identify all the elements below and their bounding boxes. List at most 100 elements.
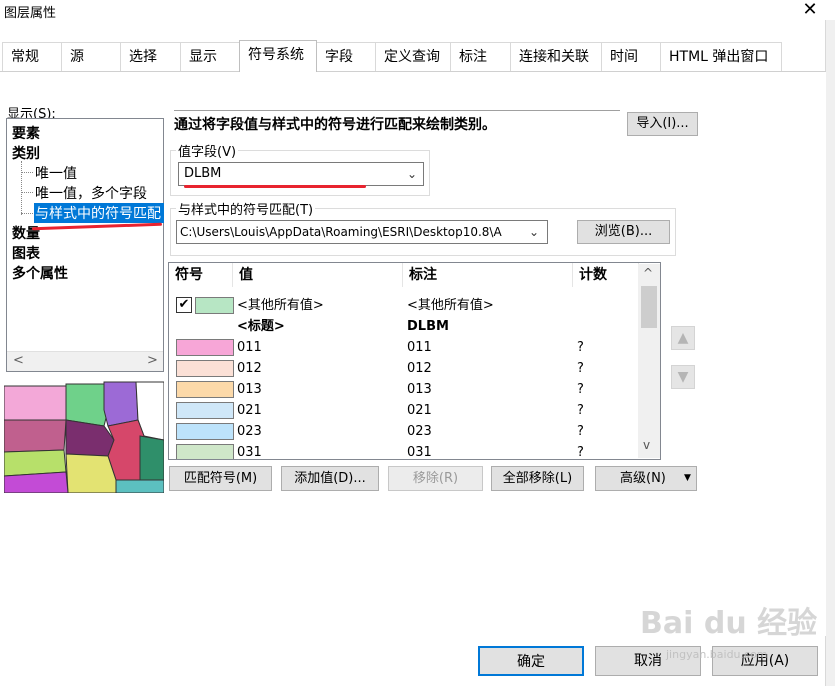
scroll-down-icon[interactable]: v: [643, 438, 650, 452]
match-symbols-button[interactable]: 匹配符号(M): [169, 466, 272, 491]
symbol-swatch[interactable]: [176, 381, 234, 398]
table-row-other-values[interactable]: ✔ <其他所有值> <其他所有值>: [169, 295, 637, 316]
advanced-button[interactable]: 高级(N) ▼: [595, 466, 697, 491]
label-cell: 011: [407, 340, 432, 355]
window-scrollbar[interactable]: [825, 20, 835, 686]
scroll-thumb[interactable]: [641, 286, 657, 328]
renderer-tree[interactable]: 要素 类别 唯一值 唯一值，多个字段 与样式中的符号匹配 数量 图表 多个属性 …: [6, 118, 164, 372]
tab-labels[interactable]: 标注: [450, 42, 511, 71]
tree-connector: [21, 172, 33, 173]
symbol-swatch[interactable]: [195, 297, 234, 314]
map-preview-image: [4, 380, 164, 493]
scroll-up-icon[interactable]: ^: [643, 266, 653, 280]
table-row[interactable]: 012 012 ?: [169, 358, 637, 379]
tab-selection[interactable]: 选择: [120, 42, 181, 71]
tab-display[interactable]: 显示: [180, 42, 240, 71]
advanced-label: 高级(N): [620, 471, 666, 486]
value-field-dropdown[interactable]: DLBM ⌄: [178, 162, 424, 186]
style-path-value: C:\Users\Louis\AppData\Roaming\ESRI\Desk…: [180, 225, 502, 239]
tab-fields[interactable]: 字段: [316, 42, 376, 71]
value-cell: 013: [237, 382, 262, 397]
symbol-swatch[interactable]: [176, 402, 234, 419]
value-cell: 011: [237, 340, 262, 355]
symbol-swatch[interactable]: [176, 423, 234, 440]
tree-item-quantities[interactable]: 数量: [12, 223, 40, 243]
check-icon[interactable]: ✔: [176, 297, 192, 313]
label-cell: 012: [407, 361, 432, 376]
label-cell: 023: [407, 424, 432, 439]
count-cell: ?: [577, 382, 584, 397]
table-row[interactable]: 021 021 ?: [169, 400, 637, 421]
scroll-right-icon[interactable]: >: [147, 353, 158, 368]
value-cell: 031: [237, 445, 262, 459]
ok-button[interactable]: 确定: [478, 646, 584, 676]
tree-item-unique-values[interactable]: 唯一值: [35, 163, 77, 183]
column-header-symbol[interactable]: 符号: [169, 263, 233, 287]
chevron-down-icon: ⌄: [529, 225, 540, 239]
watermark-logo: Bai du 经验: [640, 606, 818, 641]
label-cell: <其他所有值>: [407, 298, 494, 313]
tab-time[interactable]: 时间: [601, 42, 661, 71]
tree-item-unique-values-many-fields[interactable]: 唯一值，多个字段: [35, 183, 147, 203]
tab-definition-query[interactable]: 定义查询: [375, 42, 451, 71]
map-preview-svg: [4, 380, 164, 493]
tab-joins-relates[interactable]: 连接和关联: [510, 42, 602, 71]
tree-hscrollbar[interactable]: < >: [7, 351, 163, 371]
move-up-icon[interactable]: ▲: [671, 326, 695, 350]
column-header-value[interactable]: 值: [233, 263, 403, 287]
label-cell: 021: [407, 403, 432, 418]
tree-item-features[interactable]: 要素: [12, 123, 40, 143]
scroll-left-icon[interactable]: <: [13, 353, 24, 368]
count-cell: ?: [577, 445, 584, 459]
table-row-heading[interactable]: <标题> DLBM: [169, 316, 637, 337]
chevron-down-icon: ⌄: [407, 167, 418, 181]
watermark-url: jingyan.baidu.com: [666, 648, 768, 661]
tab-source[interactable]: 源: [61, 42, 121, 71]
remove-button[interactable]: 移除(R): [388, 466, 483, 491]
value-cell: <标题>: [237, 319, 285, 334]
table-vscrollbar[interactable]: ^ v: [638, 264, 660, 458]
add-values-button[interactable]: 添加值(D)...: [281, 466, 379, 491]
browse-button[interactable]: 浏览(B)...: [577, 220, 670, 244]
symbol-swatch[interactable]: [176, 360, 234, 377]
symbol-swatch[interactable]: [176, 339, 234, 356]
value-field-label: 值字段(V): [176, 141, 239, 160]
tree-connector: [21, 213, 33, 214]
import-button[interactable]: 导入(I)...: [627, 112, 698, 136]
move-down-icon[interactable]: ▼: [671, 365, 695, 389]
table-row[interactable]: 013 013 ?: [169, 379, 637, 400]
style-path-dropdown[interactable]: C:\Users\Louis\AppData\Roaming\ESRI\Desk…: [176, 220, 548, 244]
close-icon[interactable]: ✕: [800, 0, 820, 20]
annotation-underline-value-field: [184, 185, 366, 188]
tree-connector: [21, 192, 33, 193]
tree-item-match-to-symbols-selected[interactable]: 与样式中的符号匹配: [34, 203, 164, 223]
label-cell: 031: [407, 445, 432, 459]
symbol-table[interactable]: 符号 值 标注 计数 ✔ <其他所有值> <其他所有值> <标题> DLBM 0…: [168, 262, 661, 460]
tree-item-multiple-attributes[interactable]: 多个属性: [12, 263, 68, 283]
tree-connector: [21, 161, 22, 215]
count-cell: ?: [577, 340, 584, 355]
remove-all-button[interactable]: 全部移除(L): [491, 466, 584, 491]
value-cell: 021: [237, 403, 262, 418]
value-cell: 023: [237, 424, 262, 439]
dropdown-arrow-icon: ▼: [684, 473, 691, 483]
table-row[interactable]: 031 031 ?: [169, 442, 637, 459]
tab-bar: 常规 源 选择 显示 符号系统 字段 定义查询 标注 连接和关联 时间 HTML…: [0, 40, 835, 72]
style-match-label: 与样式中的符号匹配(T): [176, 199, 316, 218]
tree-item-charts[interactable]: 图表: [12, 243, 40, 263]
window-title: 图层属性: [4, 6, 57, 21]
tab-general[interactable]: 常规: [2, 42, 62, 71]
column-header-count[interactable]: 计数: [573, 263, 639, 287]
table-row[interactable]: 023 023 ?: [169, 421, 637, 442]
table-row[interactable]: 011 011 ?: [169, 337, 637, 358]
tab-html-popup[interactable]: HTML 弹出窗口: [660, 42, 782, 71]
symbol-swatch[interactable]: [176, 444, 234, 459]
count-cell: ?: [577, 361, 584, 376]
count-cell: ?: [577, 424, 584, 439]
value-cell: <其他所有值>: [237, 298, 324, 313]
title-bar: 图层属性 ✕: [0, 0, 835, 30]
tree-item-categories[interactable]: 类别: [12, 143, 40, 163]
column-header-label[interactable]: 标注: [403, 263, 573, 287]
tab-symbology[interactable]: 符号系统: [239, 40, 317, 72]
value-field-value: DLBM: [184, 166, 222, 181]
